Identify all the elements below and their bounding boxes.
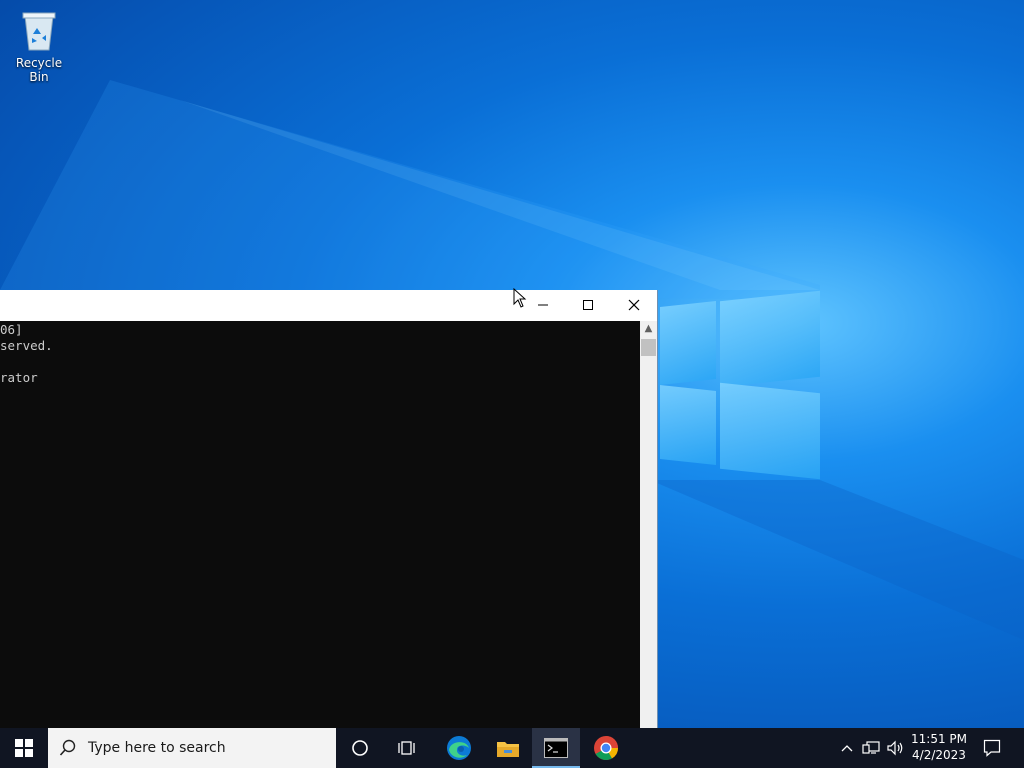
notification-icon	[983, 739, 1001, 757]
maximize-icon	[583, 300, 593, 310]
taskbar-app-file-explorer[interactable]	[484, 728, 532, 768]
taskbar: Type here to search 11:51 PM 4/2/2023	[0, 728, 1024, 768]
network-icon	[862, 741, 880, 754]
console-line: 06]	[0, 322, 23, 337]
task-view-icon	[398, 741, 415, 755]
cmd-titlebar[interactable]	[0, 290, 657, 322]
console-output[interactable]: 06] served. rator	[0, 321, 640, 729]
volume-button[interactable]	[884, 728, 906, 768]
cortana-button[interactable]	[336, 728, 384, 768]
console-line: served.	[0, 338, 53, 353]
minimize-icon	[538, 304, 548, 306]
taskbar-app-edge[interactable]	[435, 728, 483, 768]
speaker-icon	[887, 740, 903, 756]
taskbar-clock[interactable]: 11:51 PM 4/2/2023	[908, 728, 970, 768]
close-icon	[628, 299, 640, 311]
mouse-pointer-icon	[513, 288, 527, 308]
cmd-window[interactable]: 06] served. rator ▲	[0, 290, 658, 729]
edge-icon	[447, 736, 471, 760]
scrollbar-thumb[interactable]	[641, 339, 656, 356]
cortana-circle-icon	[352, 740, 368, 756]
clock-date: 4/2/2023	[912, 748, 966, 762]
start-button[interactable]	[0, 728, 48, 768]
cmd-icon	[544, 738, 568, 758]
recycle-bin-label: Recycle Bin	[15, 56, 63, 84]
taskbar-search-box[interactable]: Type here to search	[48, 728, 336, 768]
network-button[interactable]	[860, 728, 882, 768]
recycle-bin-icon	[19, 8, 59, 52]
action-center-button[interactable]	[975, 728, 1009, 768]
windows-start-icon	[15, 739, 33, 757]
taskbar-app-chrome[interactable]	[582, 728, 630, 768]
chrome-icon	[594, 736, 618, 761]
chevron-up-icon	[841, 745, 853, 752]
folder-icon	[497, 742, 519, 757]
search-icon	[59, 739, 76, 756]
taskbar-app-command-prompt[interactable]	[532, 728, 580, 768]
taskbar-app-task-view[interactable]	[384, 728, 432, 768]
console-line: rator	[0, 370, 38, 385]
clock-time: 11:51 PM	[911, 732, 967, 746]
search-placeholder: Type here to search	[88, 740, 226, 756]
windows-logo-wallpaper	[650, 288, 825, 483]
scroll-up-arrow-icon[interactable]: ▲	[640, 323, 657, 337]
vertical-scrollbar[interactable]: ▲	[640, 321, 657, 728]
maximize-button[interactable]	[565, 290, 611, 320]
show-hidden-icons-button[interactable]	[838, 728, 856, 768]
close-button[interactable]	[611, 290, 657, 320]
desktop-icon-recycle-bin[interactable]: Recycle Bin	[6, 6, 72, 84]
